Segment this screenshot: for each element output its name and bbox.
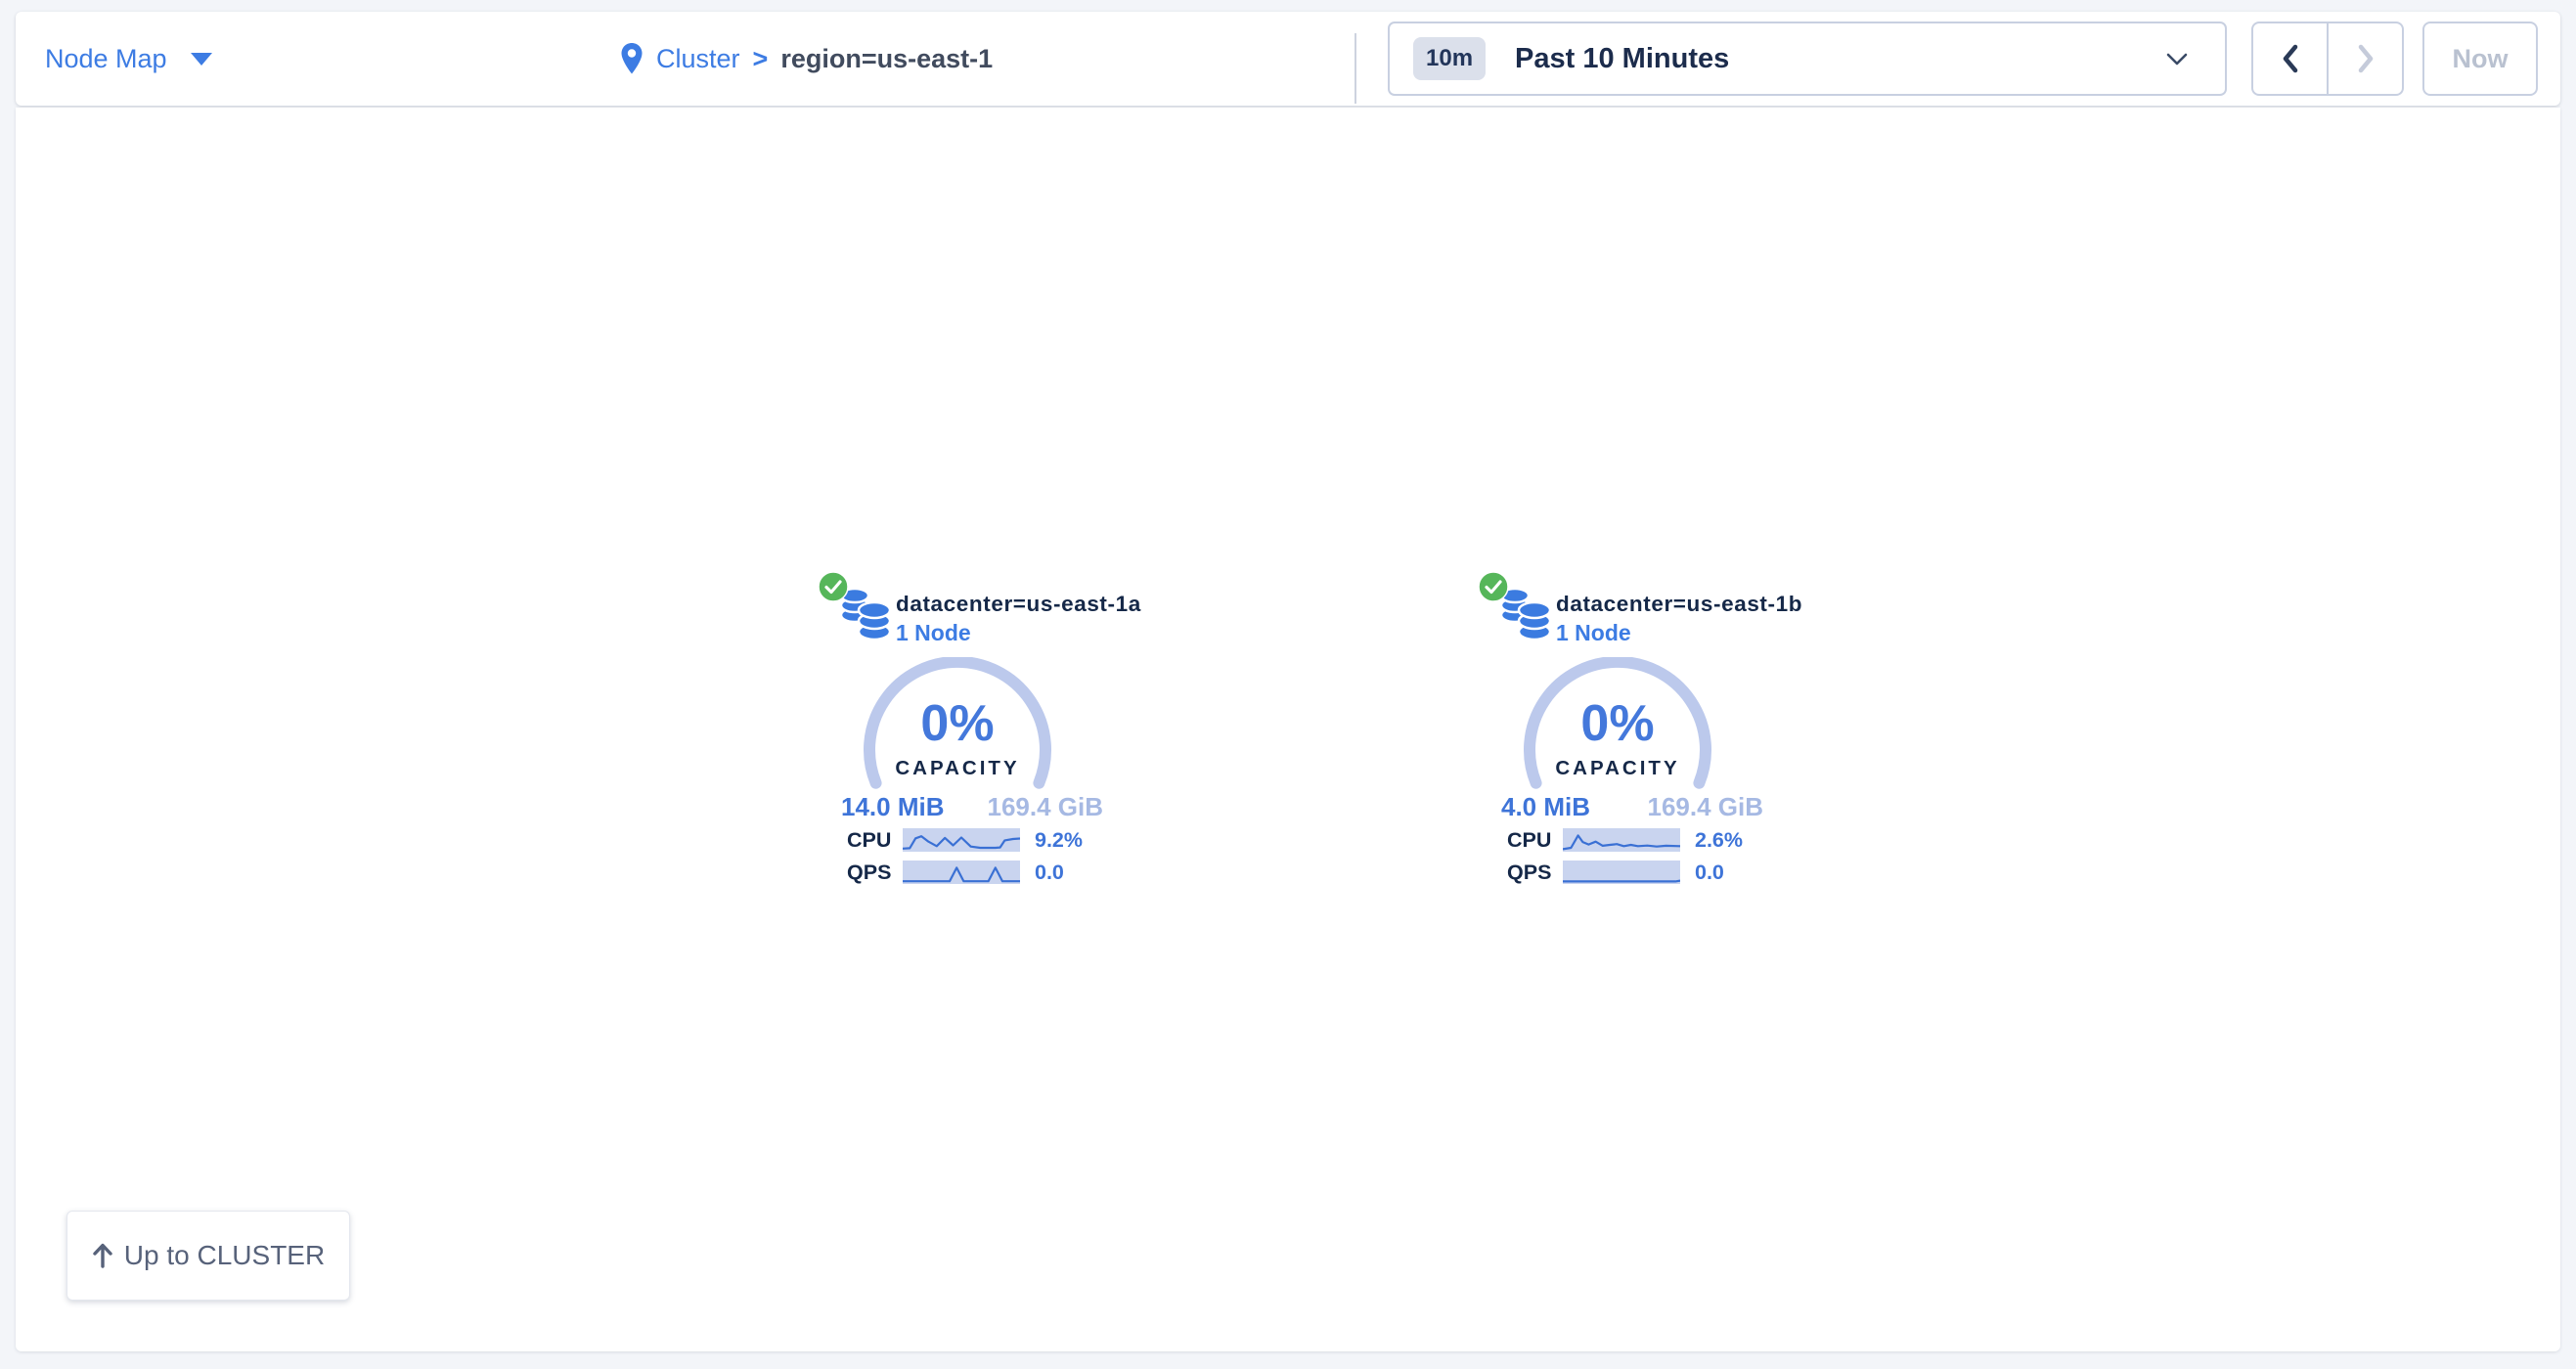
card-header: datacenter=us-east-1b 1 Node bbox=[1556, 591, 1802, 647]
capacity-values: 14.0 MiB 169.4 GiB bbox=[841, 792, 1103, 821]
header-bar: Node Map Cluster > region=us-east-1 10m … bbox=[16, 12, 2560, 106]
time-nav bbox=[2251, 22, 2404, 96]
capacity-label: CAPACITY bbox=[850, 757, 1065, 780]
status-ok-icon bbox=[818, 571, 849, 602]
cpu-sparkline bbox=[1563, 828, 1680, 852]
up-to-cluster-label: Up to CLUSTER bbox=[124, 1240, 325, 1271]
qps-sparkline bbox=[1563, 861, 1680, 884]
capacity-used: 4.0 MiB bbox=[1501, 792, 1590, 821]
breadcrumb-separator: > bbox=[753, 44, 769, 74]
qps-value: 0.0 bbox=[1035, 860, 1064, 885]
time-range-dropdown[interactable]: 10m Past 10 Minutes bbox=[1388, 22, 2227, 96]
cpu-row: CPU 9.2% bbox=[818, 827, 1150, 853]
capacity-percent: 0% bbox=[850, 698, 1065, 749]
qps-row: QPS 0.0 bbox=[818, 860, 1150, 885]
cpu-row: CPU 2.6% bbox=[1478, 827, 1810, 853]
datacenter-card[interactable]: datacenter=us-east-1b 1 Node 0% CAPACITY… bbox=[1478, 571, 1810, 900]
node-map-page: Node Map Cluster > region=us-east-1 10m … bbox=[0, 0, 2576, 1369]
capacity-percent: 0% bbox=[1510, 698, 1725, 749]
breadcrumb-current: region=us-east-1 bbox=[780, 44, 993, 74]
time-range-label: Past 10 Minutes bbox=[1515, 43, 1729, 75]
header-divider bbox=[1355, 33, 1356, 104]
up-to-cluster-button[interactable]: Up to CLUSTER bbox=[67, 1211, 350, 1301]
cpu-label: CPU bbox=[1507, 827, 1558, 853]
prev-time-button[interactable] bbox=[2253, 23, 2329, 94]
capacity-values: 4.0 MiB 169.4 GiB bbox=[1501, 792, 1763, 821]
node-map-canvas: datacenter=us-east-1a 1 Node 0% CAPACITY… bbox=[16, 108, 2560, 1351]
capacity-used: 14.0 MiB bbox=[841, 792, 945, 821]
status-ok-icon bbox=[1478, 571, 1509, 602]
breadcrumb: Cluster > region=us-east-1 bbox=[620, 12, 993, 106]
next-time-button[interactable] bbox=[2329, 23, 2402, 94]
datacenter-title: datacenter=us-east-1a bbox=[896, 591, 1141, 618]
cpu-value: 9.2% bbox=[1035, 827, 1083, 853]
qps-label: QPS bbox=[847, 860, 898, 885]
time-range-badge: 10m bbox=[1413, 37, 1486, 80]
location-pin-icon bbox=[620, 42, 644, 75]
qps-row: QPS 0.0 bbox=[1478, 860, 1810, 885]
capacity-total: 169.4 GiB bbox=[1647, 792, 1763, 821]
datacenter-title: datacenter=us-east-1b bbox=[1556, 591, 1802, 618]
chevron-left-icon bbox=[2281, 44, 2300, 73]
qps-value: 0.0 bbox=[1695, 860, 1724, 885]
now-button[interactable]: Now bbox=[2422, 22, 2538, 96]
cpu-sparkline bbox=[903, 828, 1020, 852]
capacity-total: 169.4 GiB bbox=[987, 792, 1103, 821]
node-count: 1 Node bbox=[1556, 618, 1802, 647]
chevron-down-icon bbox=[2166, 53, 2188, 66]
qps-label: QPS bbox=[1507, 860, 1558, 885]
cpu-value: 2.6% bbox=[1695, 827, 1743, 853]
node-count: 1 Node bbox=[896, 618, 1141, 647]
card-header: datacenter=us-east-1a 1 Node bbox=[896, 591, 1141, 647]
view-selector-dropdown[interactable]: Node Map bbox=[45, 12, 212, 106]
qps-sparkline bbox=[903, 861, 1020, 884]
cpu-label: CPU bbox=[847, 827, 898, 853]
breadcrumb-cluster-link[interactable]: Cluster bbox=[656, 44, 740, 74]
arrow-up-icon bbox=[92, 1243, 113, 1268]
chevron-right-icon bbox=[2356, 44, 2376, 73]
datacenter-card[interactable]: datacenter=us-east-1a 1 Node 0% CAPACITY… bbox=[818, 571, 1150, 900]
view-selector-label: Node Map bbox=[45, 44, 167, 74]
caret-down-icon bbox=[191, 53, 212, 66]
capacity-label: CAPACITY bbox=[1510, 757, 1725, 780]
